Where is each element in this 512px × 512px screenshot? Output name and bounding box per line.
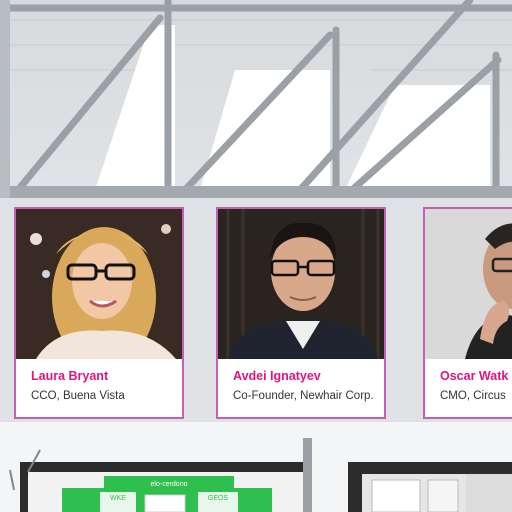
speaker-card-avdei-ignatyev[interactable]: Avdei Ignatyev Co-Founder, Newhair Corp. [216, 207, 386, 419]
speaker-role: CMO, Circus [440, 390, 506, 402]
booth-panel-left-text: WKE [110, 495, 126, 502]
speaker-role: Co-Founder, Newhair Corp. [233, 390, 374, 402]
speaker-carousel: Laura Bryant CCO, Buena Vista Avdei Igna… [0, 207, 512, 422]
speaker-card-oscar[interactable]: Oscar Watk CMO, Circus [423, 207, 512, 419]
speaker-name: Laura Bryant [31, 369, 109, 383]
speaker-photo [218, 209, 384, 359]
speaker-photo [16, 209, 182, 359]
speaker-photo [425, 209, 512, 359]
speaker-name: Avdei Ignatyev [233, 369, 321, 383]
speaker-role: CCO, Buena Vista [31, 390, 125, 402]
speaker-name: Oscar Watk [440, 369, 509, 383]
booth-panel-right-text: GEOS [208, 495, 229, 502]
speaker-card-laura-bryant[interactable]: Laura Bryant CCO, Buena Vista [14, 207, 184, 419]
booth-logo-text: elo-cerdono [151, 481, 188, 488]
